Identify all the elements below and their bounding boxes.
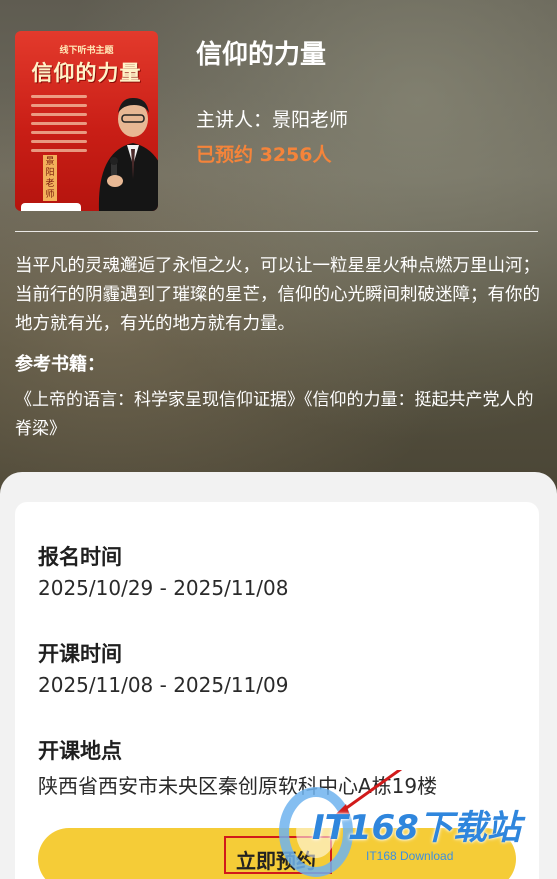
watermark-brand: IT168下载站: [312, 808, 521, 848]
speaker-label: 主讲人：景阳老师: [196, 109, 349, 131]
signup-time-value: 2025/10/29 - 2025/11/08: [38, 576, 289, 600]
reference-books-list: 《上帝的语言：科学家呈现信仰证据》《信仰的力量：挺起共产党人的脊梁》: [15, 390, 534, 439]
booked-count: 已预约 3256人: [196, 144, 332, 166]
cover-top-label: 线下听书主题: [59, 46, 114, 56]
class-time-label: 开课时间: [38, 642, 122, 666]
class-time-value: 2025/11/08 - 2025/11/09: [38, 673, 289, 697]
watermark-subtitle: IT168 Download: [366, 849, 454, 863]
header-divider: [15, 231, 538, 232]
cover-title: 信仰的力量: [31, 61, 142, 85]
course-title: 信仰的力量: [196, 40, 327, 70]
course-description: 当平凡的灵魂邂逅了永恒之火，可以让一粒星星火种点燃万里山河；当前行的阴霾遇到了璀…: [15, 256, 540, 334]
signup-time-label: 报名时间: [38, 545, 122, 569]
speaker-photo: [98, 97, 158, 211]
cover-bottom-strip: [21, 203, 81, 211]
cover-speaker-tag: 景阳老师: [43, 155, 57, 201]
cover-text-lines: [31, 95, 87, 158]
reference-books-heading: 参考书籍：: [15, 354, 105, 375]
class-location-label: 开课地点: [38, 739, 122, 763]
course-cover-image: 线下听书主题 信仰的力量 景阳老师: [15, 31, 158, 211]
